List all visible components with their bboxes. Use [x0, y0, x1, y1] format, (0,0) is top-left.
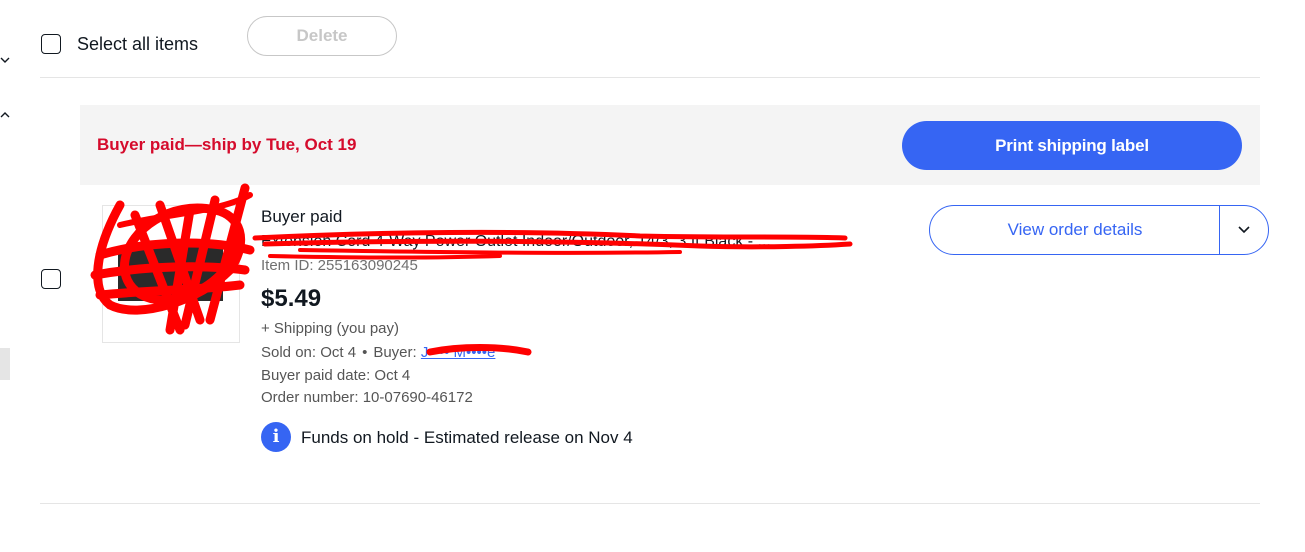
more-actions-button[interactable]	[1220, 206, 1268, 254]
buyer-name-link[interactable]: J•••• M••••e	[421, 344, 496, 361]
print-shipping-label-button[interactable]: Print shipping label	[902, 121, 1242, 170]
view-order-details-button[interactable]: View order details	[930, 206, 1220, 254]
order-checkbox[interactable]	[41, 269, 61, 289]
item-title-link[interactable]: Extension Cord 4-Way Power Outlet Indoor…	[261, 232, 871, 252]
chevron-down-icon	[1238, 226, 1250, 234]
shipping-note: + Shipping (you pay)	[261, 320, 400, 337]
chevron-down-icon[interactable]	[0, 55, 10, 65]
item-photo	[103, 206, 239, 342]
bullet-separator: •	[362, 344, 368, 361]
item-price: $5.49	[261, 285, 322, 312]
divider	[40, 503, 1260, 504]
divider	[40, 77, 1260, 78]
order-status: Buyer paid	[261, 207, 343, 226]
sold-on-line: Sold on: Oct 4 • Buyer: J•••• M••••e	[261, 343, 495, 362]
item-thumbnail[interactable]	[102, 205, 240, 343]
info-icon: i	[261, 422, 291, 452]
chevron-up-icon[interactable]	[0, 110, 10, 120]
select-all-checkbox[interactable]	[41, 34, 61, 54]
sidebar-scroll-indicator	[0, 348, 10, 380]
delete-button[interactable]: Delete	[247, 16, 397, 56]
item-id: Item ID: 255163090245	[261, 257, 418, 274]
select-all-label[interactable]: Select all items	[77, 33, 198, 55]
order-number: Order number: 10-07690-46172	[261, 389, 473, 406]
buyer-paid-date: Buyer paid date: Oct 4	[261, 367, 411, 384]
sold-on-date: Sold on: Oct 4	[261, 344, 357, 361]
buyer-label: Buyer:	[373, 344, 417, 361]
funds-hold-note: Funds on hold - Estimated release on Nov…	[301, 428, 633, 447]
ship-by-status: Buyer paid—ship by Tue, Oct 19	[97, 135, 357, 154]
view-order-details-split-button: View order details	[929, 205, 1269, 255]
